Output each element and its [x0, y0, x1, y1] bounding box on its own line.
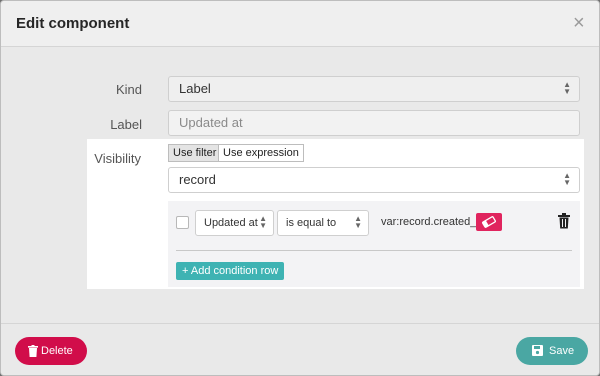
- select-arrows-icon: ▲ ▼: [563, 80, 571, 96]
- record-select-value: record: [179, 172, 216, 187]
- condition-field-select[interactable]: Updated at ▲ ▼: [195, 210, 274, 236]
- condition-field-value: Updated at: [204, 217, 258, 229]
- trash-icon[interactable]: [557, 213, 571, 229]
- add-condition-row-label: Add condition row: [190, 265, 279, 277]
- delete-trash-icon: [28, 345, 38, 357]
- select-arrows-icon: ▲ ▼: [259, 214, 267, 230]
- save-button-label: Save: [549, 345, 575, 357]
- delete-button-label: Delete: [41, 345, 73, 357]
- label-input[interactable]: Updated at: [168, 110, 580, 136]
- add-condition-row-button[interactable]: + Add condition row: [176, 262, 285, 280]
- condition-checkbox[interactable]: [176, 216, 189, 229]
- condition-operator-value: is equal to: [286, 217, 337, 229]
- tab-use-filter[interactable]: Use filter: [168, 144, 222, 162]
- kind-select-value: Label: [179, 81, 211, 96]
- record-select[interactable]: record ▲ ▼: [168, 167, 580, 193]
- kind-label: Kind: [115, 82, 142, 97]
- kind-select[interactable]: Label ▲ ▼: [168, 76, 580, 102]
- label-field-label: Label: [110, 117, 142, 132]
- edit-component-modal: Edit component × Kind Label ▲ ▼ Label Upd…: [0, 0, 600, 376]
- visibility-panel: Visibility Use filter Use expression rec…: [87, 139, 584, 289]
- modal-footer: Delete Save: [1, 323, 599, 375]
- condition-operator-select[interactable]: is equal to ▲ ▼: [277, 210, 369, 236]
- tab-use-expression[interactable]: Use expression: [218, 144, 304, 162]
- select-arrows-icon: ▲ ▼: [563, 171, 571, 187]
- condition-area: Updated at ▲ ▼ is equal to ▲ ▼ var:record.…: [168, 201, 580, 287]
- visibility-label: Visibility: [94, 151, 141, 166]
- eraser-icon: [482, 216, 496, 228]
- modal-header: Edit component ×: [1, 1, 599, 47]
- modal-title: Edit component: [16, 15, 130, 32]
- close-icon[interactable]: ×: [573, 11, 585, 35]
- save-disk-icon: [532, 345, 543, 356]
- save-button[interactable]: Save: [516, 337, 588, 365]
- delete-button[interactable]: Delete: [15, 337, 87, 365]
- select-arrows-icon: ▲ ▼: [354, 214, 362, 230]
- eraser-button[interactable]: [476, 213, 502, 231]
- condition-divider: [176, 250, 572, 251]
- plus-icon: +: [182, 265, 191, 277]
- condition-value-text: var:record.created_at: [381, 216, 486, 228]
